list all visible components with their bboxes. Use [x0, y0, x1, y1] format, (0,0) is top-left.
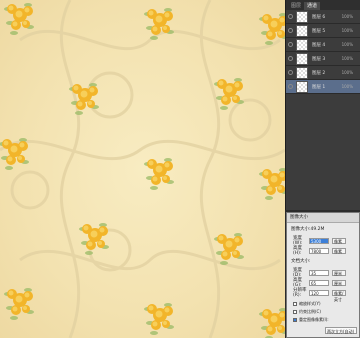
resolution-unit-select[interactable]: 像素/英寸: [332, 289, 346, 302]
dialog-title: 图像大小: [287, 213, 359, 223]
layer-thumbnail: [296, 80, 308, 93]
layer-opacity: 100%: [341, 56, 353, 61]
doc-width-unit-select[interactable]: 厘米: [332, 269, 346, 276]
checkbox-box[interactable]: [293, 302, 297, 306]
height-unit-select[interactable]: 像素: [332, 247, 346, 254]
flower-bouquet: [144, 303, 174, 335]
eye-icon[interactable]: [288, 84, 293, 89]
width-unit-select[interactable]: 像素: [332, 237, 346, 244]
flower-bouquet: [144, 158, 174, 190]
checkbox-label: 重定图像像素(I):: [299, 317, 329, 322]
checkbox-label: 约束比例(C): [299, 309, 321, 314]
layer-row[interactable]: 图层 4 100%: [286, 38, 360, 52]
flower-bouquet: [4, 3, 34, 35]
eye-icon[interactable]: [288, 56, 293, 61]
layer-opacity: 100%: [341, 42, 353, 47]
document-canvas[interactable]: [0, 0, 285, 338]
layer-opacity: 100%: [341, 28, 353, 33]
height-input[interactable]: 7800: [309, 247, 329, 254]
eye-icon[interactable]: [288, 70, 293, 75]
flower-bouquet: [214, 233, 244, 265]
eye-icon[interactable]: [288, 42, 293, 47]
flower-bouquet: [214, 78, 244, 110]
eye-icon[interactable]: [288, 28, 293, 33]
flower-bouquet: [79, 223, 109, 255]
height-label: 高度(H):: [293, 246, 302, 256]
layer-opacity: 100%: [341, 84, 353, 89]
layer-opacity: 100%: [341, 14, 353, 19]
layer-row[interactable]: 图层 5 100%: [286, 24, 360, 38]
layer-name: 图层 3: [312, 56, 326, 62]
width-input[interactable]: 5300: [309, 237, 329, 244]
layer-name: 图层 2: [312, 70, 326, 76]
layer-thumbnail: [296, 10, 308, 23]
layer-name: 图层 1: [312, 84, 326, 90]
layer-name: 图层 4: [312, 42, 326, 48]
eye-icon[interactable]: [288, 14, 293, 19]
layer-thumbnail: [296, 24, 308, 37]
flower-bouquet: [259, 13, 285, 45]
image-size-dialog: 图像大小 图像大小:49.2M 宽度(W): 5300 像素 高度(H): 78…: [286, 212, 360, 338]
resample-method-select[interactable]: 两次立方(自动): [325, 327, 357, 334]
doc-height-unit-select[interactable]: 厘米: [332, 279, 346, 286]
layer-thumbnail: [296, 52, 308, 65]
image-size-label: 图像大小:49.2M: [291, 227, 325, 232]
constrain-checkbox[interactable]: 约束比例(C): [293, 309, 321, 315]
height-row: 高度(H): 7800 像素: [293, 245, 346, 256]
layer-row[interactable]: 图层 6 100%: [286, 10, 360, 24]
resolution-label: 分辨率(R):: [293, 288, 307, 298]
resolution-input[interactable]: 120: [309, 289, 329, 296]
layers-panel: 图层 通道 图层 6 100% 图层 5 100% 图层 4 100% 图层 3…: [285, 0, 360, 210]
layer-name: 图层 5: [312, 28, 326, 34]
checkbox-box[interactable]: [293, 318, 297, 322]
layer-thumbnail: [296, 38, 308, 51]
resolution-row: 分辨率(R): 120 像素/英寸: [293, 287, 346, 302]
panel-tabs: 图层 通道: [286, 0, 360, 10]
checkbox-box[interactable]: [293, 310, 297, 314]
checkbox-label: 缩放样式(Y): [299, 301, 321, 306]
tab-channels[interactable]: 通道: [304, 2, 321, 10]
flower-bouquet: [259, 168, 285, 200]
layer-thumbnail: [296, 66, 308, 79]
document-size-label: 文档大小:: [291, 259, 311, 264]
flower-bouquet: [259, 308, 285, 338]
scale-styles-checkbox[interactable]: 缩放样式(Y): [293, 301, 321, 307]
layer-row[interactable]: 图层 2 100%: [286, 66, 360, 80]
damask-pattern: [0, 0, 285, 338]
layer-row[interactable]: 图层 1 100%: [286, 80, 360, 94]
resample-checkbox[interactable]: 重定图像像素(I):: [293, 317, 329, 323]
flower-bouquet: [4, 288, 34, 320]
tab-layers[interactable]: 图层: [288, 2, 304, 10]
layer-name: 图层 6: [312, 14, 326, 20]
layer-opacity: 100%: [341, 70, 353, 75]
doc-width-input[interactable]: 35: [309, 269, 329, 276]
doc-height-input[interactable]: 65: [309, 279, 329, 286]
layer-row[interactable]: 图层 3 100%: [286, 52, 360, 66]
